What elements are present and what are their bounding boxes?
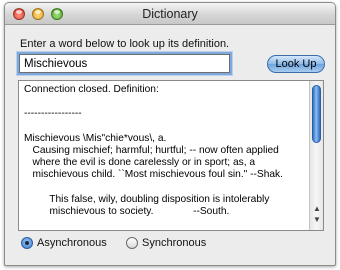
synchronous-radio[interactable] [126,237,138,249]
window-title: Dictionary [142,7,198,21]
scroll-down-arrow-icon[interactable]: ▼ [313,216,321,224]
scroll-thumb[interactable] [312,85,321,143]
synchronous-option[interactable]: Synchronous [126,237,206,249]
look-up-button[interactable]: Look Up [267,55,325,73]
word-input[interactable] [19,54,230,73]
scroll-up-arrow-icon[interactable]: ▲ [313,205,321,213]
synchronous-label: Synchronous [142,237,207,249]
definition-text: Connection closed. Definition: ---------… [24,84,283,218]
vertical-scrollbar[interactable]: ▲ ▼ [309,81,323,230]
asynchronous-label: Asynchronous [37,237,107,249]
asynchronous-option[interactable]: Asynchronous [21,237,107,249]
definition-panel[interactable]: Connection closed. Definition: ---------… [18,80,324,231]
dictionary-window: Dictionary Enter a word below to look up… [4,2,336,266]
prompt-label: Enter a word below to look up its defini… [20,38,230,50]
title-bar[interactable]: Dictionary [5,3,335,25]
asynchronous-radio[interactable] [21,237,33,249]
